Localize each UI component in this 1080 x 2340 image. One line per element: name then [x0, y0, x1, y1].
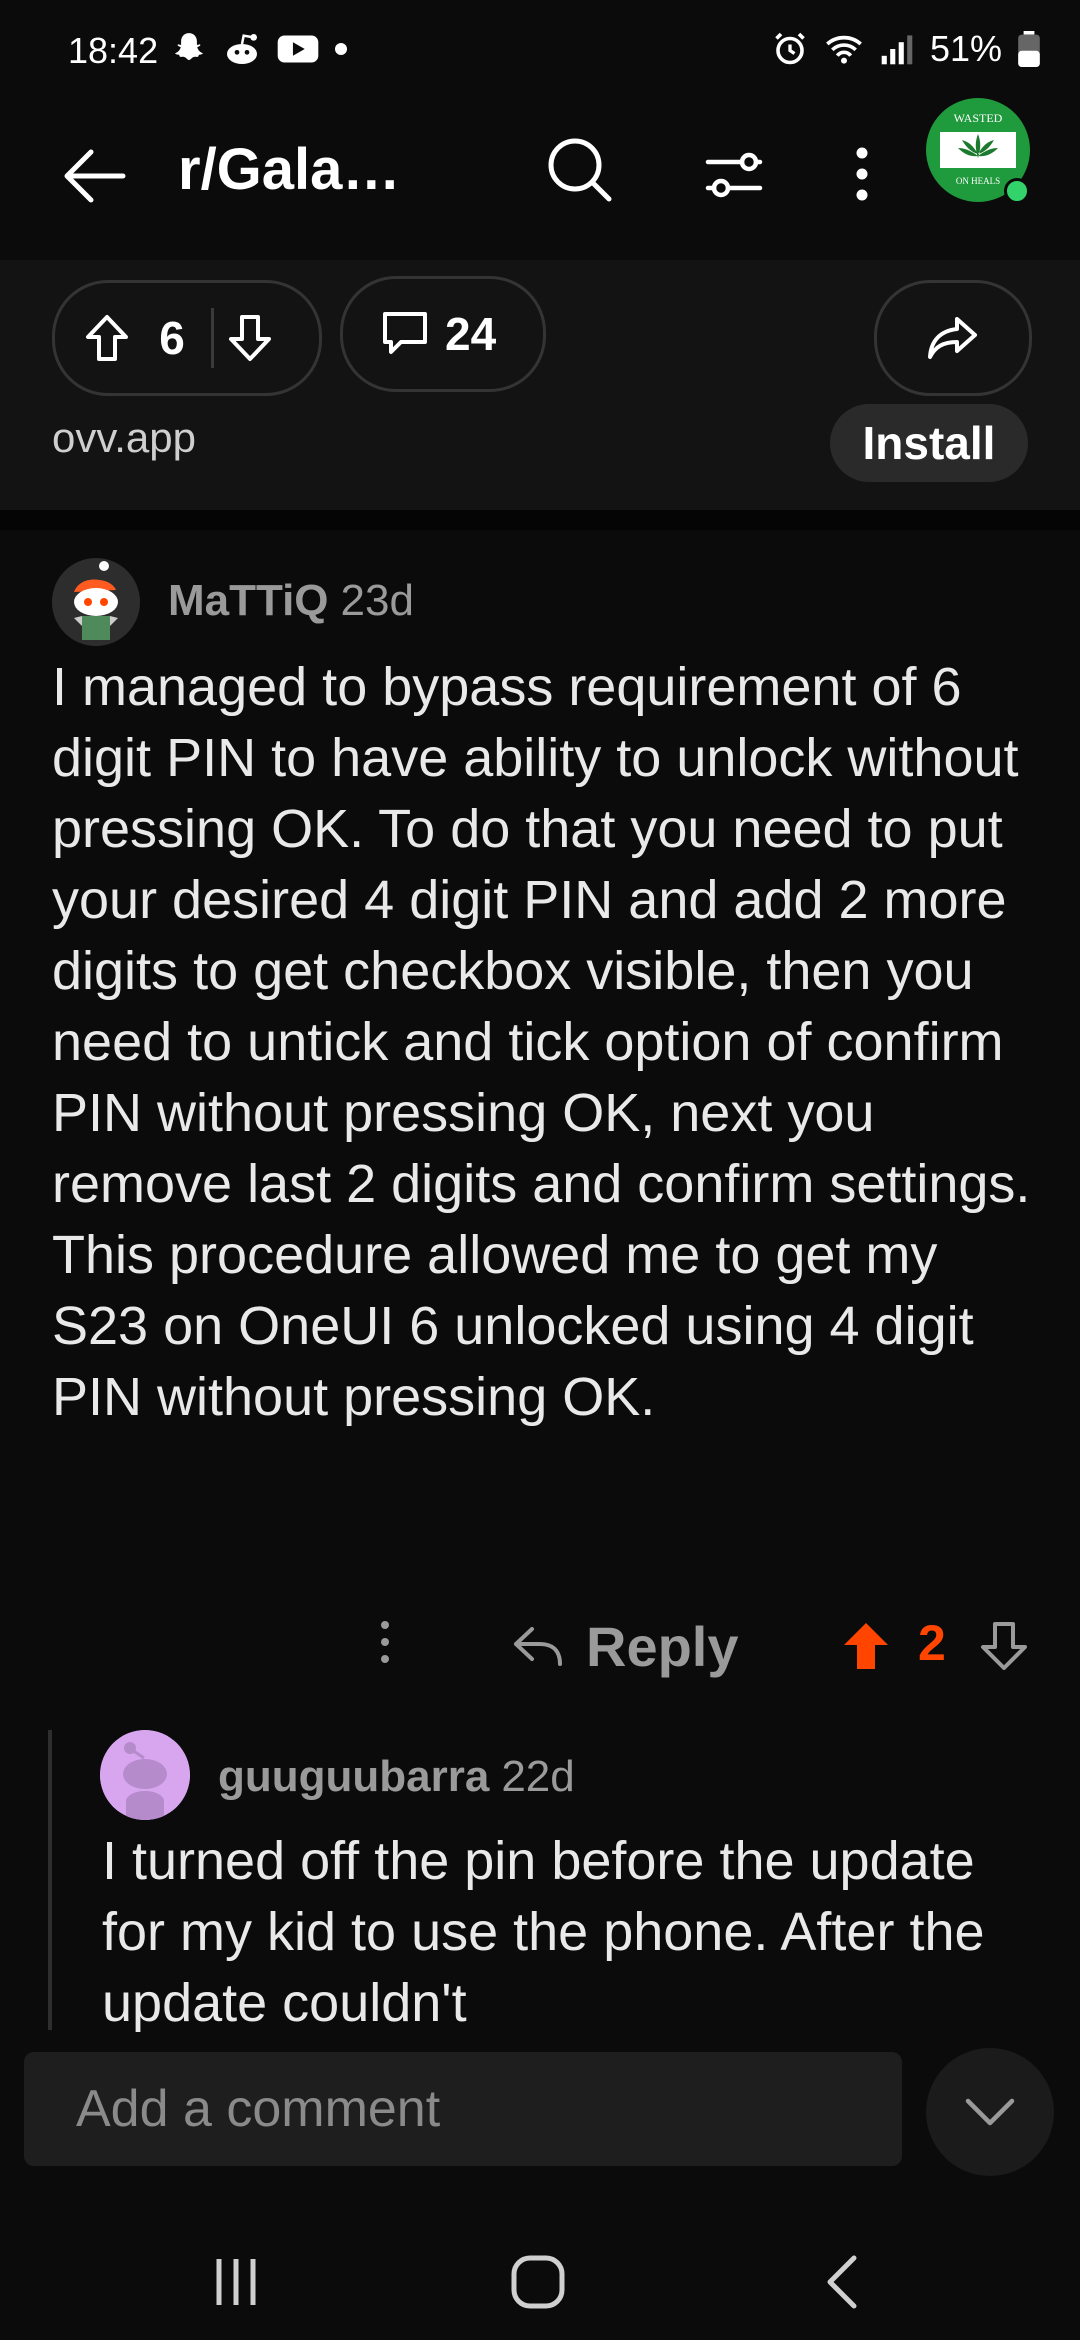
downvote-arrow-icon [981, 1622, 1027, 1670]
alarm-icon [775, 32, 805, 65]
avatar-text-top: WASTED [954, 111, 1003, 125]
install-button[interactable]: Install [830, 404, 1028, 482]
comment-age: 23d [340, 576, 414, 625]
comment-more-button[interactable] [370, 1610, 400, 1674]
home-icon [511, 2255, 565, 2309]
youtube-icon [277, 35, 319, 63]
post-upvote-button[interactable] [71, 313, 143, 363]
section-divider [0, 510, 1080, 530]
reply-age: 22d [501, 1752, 575, 1801]
online-status-dot [1004, 178, 1030, 204]
battery-percent: 51% [929, 28, 1002, 69]
upvote-filled-icon [844, 1623, 888, 1669]
reply-button[interactable]: Reply [512, 1606, 739, 1686]
signal-icon [881, 35, 913, 65]
dot-indicator-icon [335, 43, 347, 55]
status-bar: 18:42 51% [0, 0, 1080, 100]
system-back-button[interactable] [802, 2242, 882, 2322]
recents-icon [216, 2259, 256, 2305]
share-arrow-icon [928, 317, 977, 359]
share-button[interactable] [874, 280, 1032, 396]
search-button[interactable] [540, 130, 620, 210]
reply-author[interactable]: guuguubarra [218, 1752, 489, 1801]
add-comment-input[interactable]: Add a comment [24, 2052, 902, 2166]
system-status: 51% [772, 28, 1040, 70]
notification-icons [170, 30, 348, 68]
comment-author-line: MaTTiQ 23d [168, 576, 414, 626]
back-button[interactable] [54, 136, 134, 216]
comment-upvote-button[interactable] [838, 1614, 894, 1678]
wifi-icon [826, 35, 862, 64]
battery-icon [1018, 31, 1040, 67]
comment-downvote-button[interactable] [976, 1614, 1032, 1678]
sliders-icon [705, 152, 763, 198]
downvote-arrow-icon [229, 315, 271, 361]
upvote-arrow-icon [86, 315, 128, 361]
reply-author-avatar[interactable] [100, 1730, 190, 1820]
filter-button[interactable] [694, 134, 774, 214]
reply-author-line: guuguubarra 22d [218, 1752, 575, 1802]
commenter-avatar[interactable] [52, 558, 140, 646]
subreddit-title[interactable]: r/Gala… [178, 136, 400, 203]
post-downvote-button[interactable] [214, 313, 286, 363]
reply-label: Reply [586, 1614, 739, 1678]
snoo-avatar-icon [100, 1730, 190, 1820]
chevron-left-icon [827, 2255, 857, 2309]
status-time: 18:42 [68, 30, 159, 71]
overflow-menu-button[interactable] [842, 134, 882, 214]
comment-bubble-icon [383, 312, 427, 354]
thread-line[interactable] [48, 1730, 52, 2030]
reply-body: I turned off the pin before the update f… [102, 1831, 985, 2033]
link-domain[interactable]: ovv.app [52, 414, 196, 462]
post-vote-pill: 6 [52, 280, 322, 396]
chevron-down-icon [965, 2098, 1015, 2126]
recents-button[interactable] [196, 2242, 276, 2322]
comment-count: 24 [445, 308, 497, 360]
home-button[interactable] [498, 2242, 578, 2322]
reply-arrow-icon [514, 1627, 562, 1666]
arrow-left-icon [64, 149, 126, 203]
comments-button[interactable]: 24 [340, 276, 546, 392]
next-comment-button[interactable] [926, 2048, 1054, 2176]
search-icon [548, 138, 612, 202]
post-vote-count: 6 [159, 312, 185, 364]
reddit-notification-icon [227, 34, 257, 64]
system-nav-bar [0, 2190, 1080, 2340]
comment-score: 2 [918, 1615, 946, 1671]
snapchat-icon [175, 33, 203, 61]
more-vertical-icon [381, 1621, 389, 1663]
snoo-avatar-icon [52, 558, 140, 646]
comment-author[interactable]: MaTTiQ [168, 576, 329, 625]
comment-body: I managed to bypass requirement of 6 dig… [52, 657, 1031, 1427]
avatar-text-bottom: ON HEALS [956, 176, 1000, 186]
more-vertical-icon [856, 147, 868, 201]
